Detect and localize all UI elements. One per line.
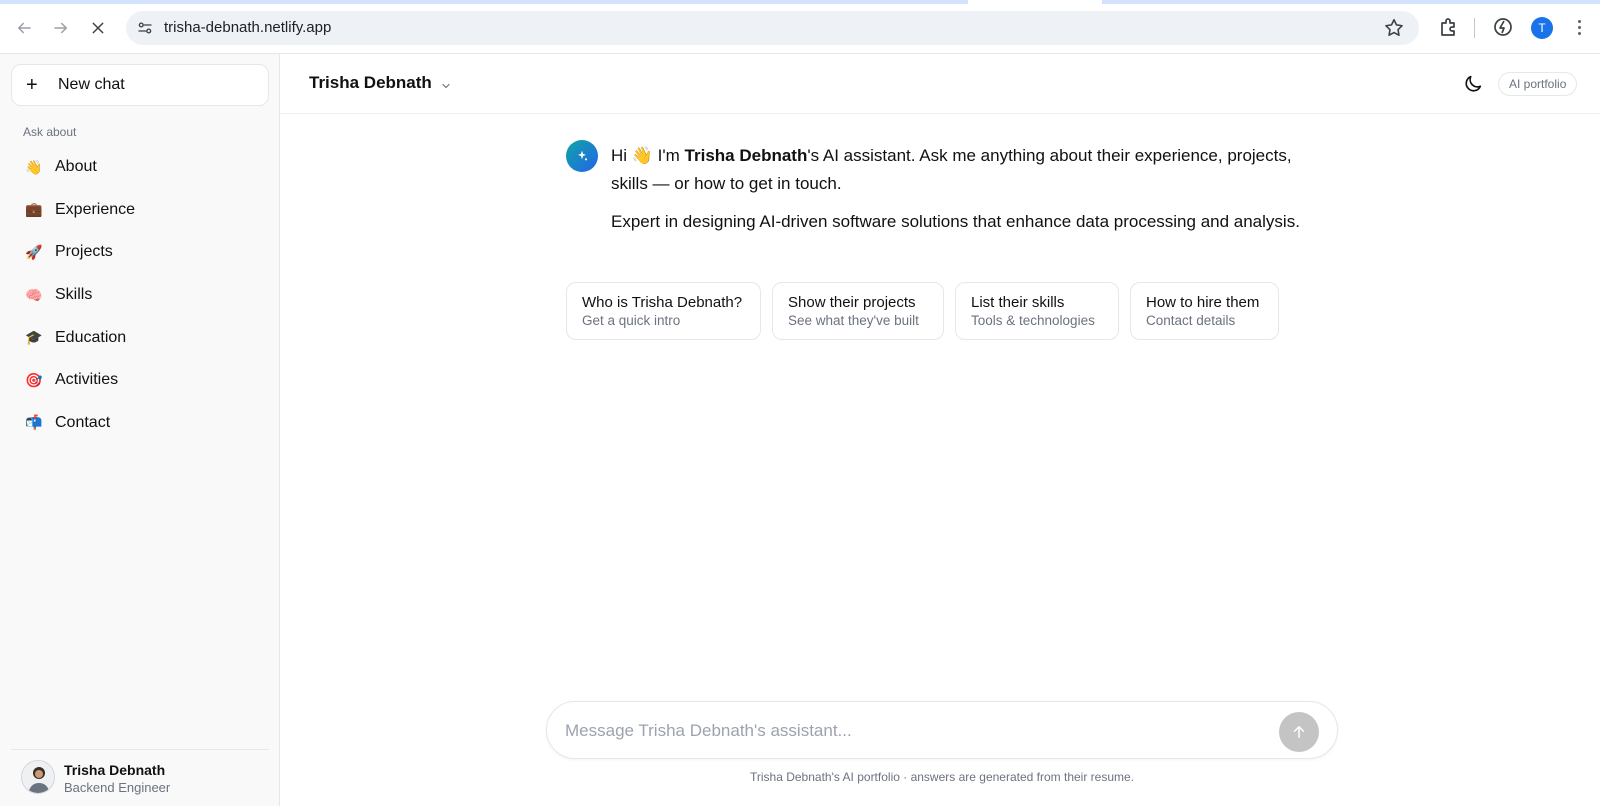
- suggestion-subtitle: Get a quick intro: [582, 313, 681, 328]
- sidebar-nav: 👋 About 💼 Experience 🚀 Projects 🧠 Skills…: [11, 146, 269, 444]
- main-header: Trisha Debnath AI portfolio: [280, 54, 1600, 114]
- sidebar-item-label: Skills: [55, 286, 93, 304]
- chevron-down-icon[interactable]: [440, 80, 452, 92]
- greeting-name: Trisha Debnath: [684, 146, 808, 165]
- wave-icon: 👋: [25, 158, 43, 175]
- stop-loading-icon[interactable]: [84, 14, 112, 42]
- greeting-paragraph: Hi 👋 I'm Trisha Debnath's AI assistant. …: [611, 142, 1311, 197]
- sidebar-item-about[interactable]: 👋 About: [11, 146, 269, 189]
- avatar: [21, 760, 55, 794]
- suggestion-title: Who is Trisha Debnath?: [582, 294, 743, 311]
- target-icon: 🎯: [25, 371, 43, 388]
- send-button[interactable]: [1279, 712, 1319, 752]
- performance-icon[interactable]: [1491, 15, 1515, 39]
- browser-menu-icon[interactable]: [1572, 15, 1586, 39]
- extensions-icon[interactable]: [1437, 15, 1461, 39]
- sidebar-item-label: Education: [55, 328, 127, 346]
- sidebar-item-projects[interactable]: 🚀 Projects: [11, 231, 269, 274]
- back-icon[interactable]: [10, 14, 38, 42]
- suggestion-subtitle: See what they've built: [788, 313, 919, 328]
- section-label: Ask about: [23, 125, 77, 139]
- sidebar-item-label: Contact: [55, 413, 111, 431]
- briefcase-icon: 💼: [25, 201, 43, 218]
- toolbar-separator: [1474, 18, 1475, 38]
- address-bar[interactable]: trisha-debnath.netlify.app: [126, 11, 1419, 45]
- sidebar-item-activities[interactable]: 🎯 Activities: [11, 359, 269, 402]
- assistant-avatar: [566, 140, 598, 172]
- sidebar-item-experience[interactable]: 💼 Experience: [11, 189, 269, 232]
- suggestion-subtitle: Contact details: [1146, 313, 1236, 328]
- bookmark-star-icon[interactable]: [1383, 17, 1405, 39]
- suggestion-title: How to hire them: [1146, 294, 1260, 311]
- user-name: Trisha Debnath: [64, 762, 166, 778]
- site-settings-icon[interactable]: [136, 19, 154, 37]
- arrow-up-icon: [1293, 726, 1305, 738]
- message-input[interactable]: [565, 716, 1265, 746]
- url-text[interactable]: trisha-debnath.netlify.app: [164, 19, 331, 36]
- main-panel: Trisha Debnath AI portfolio Hi 👋 I'm Tri…: [280, 54, 1600, 806]
- suggestion-subtitle: Tools & technologies: [971, 313, 1095, 328]
- suggestion-card[interactable]: How to hire them Contact details: [1130, 282, 1279, 340]
- plus-icon: +: [26, 74, 38, 96]
- disclaimer-text: Trisha Debnath's AI portfolio · answers …: [749, 770, 1135, 784]
- moon-icon[interactable]: [1462, 73, 1484, 95]
- sparkle-icon: [578, 150, 588, 161]
- page-title[interactable]: Trisha Debnath: [309, 73, 432, 93]
- sidebar-item-contact[interactable]: 📬 Contact: [11, 402, 269, 445]
- forward-icon[interactable]: [47, 14, 75, 42]
- sidebar: + New chat Ask about 👋 About 💼 Experienc…: [0, 54, 280, 806]
- suggestion-list: Who is Trisha Debnath? Get a quick intro…: [566, 282, 1279, 340]
- new-chat-label: New chat: [58, 76, 125, 93]
- mailbox-icon: 📬: [25, 414, 43, 431]
- sidebar-item-label: Activities: [55, 371, 119, 389]
- sidebar-item-label: Experience: [55, 200, 136, 218]
- assistant-message: Hi 👋 I'm Trisha Debnath's AI assistant. …: [611, 142, 1311, 247]
- suggestion-title: Show their projects: [788, 294, 916, 311]
- user-role: Backend Engineer: [64, 780, 171, 795]
- sidebar-item-skills[interactable]: 🧠 Skills: [11, 274, 269, 317]
- sidebar-item-label: About: [55, 158, 97, 176]
- browser-chrome: trisha-debnath.netlify.app T: [0, 0, 1600, 54]
- graduation-cap-icon: 🎓: [25, 329, 43, 346]
- brain-icon: 🧠: [25, 286, 43, 303]
- suggestion-title: List their skills: [971, 294, 1065, 311]
- suggestion-card[interactable]: Who is Trisha Debnath? Get a quick intro: [566, 282, 761, 340]
- tagline-paragraph: Expert in designing AI-driven software s…: [611, 212, 1300, 231]
- message-composer: [546, 701, 1338, 759]
- tab-strip: [0, 0, 1600, 4]
- suggestion-card[interactable]: List their skills Tools & technologies: [955, 282, 1119, 340]
- profile-avatar[interactable]: T: [1531, 17, 1553, 39]
- greeting-prefix: Hi 👋 I'm: [611, 146, 685, 165]
- rocket-icon: 🚀: [25, 243, 43, 260]
- user-profile-card[interactable]: Trisha Debnath Backend Engineer: [11, 749, 269, 806]
- sidebar-item-education[interactable]: 🎓 Education: [11, 316, 269, 359]
- suggestion-card[interactable]: Show their projects See what they've bui…: [772, 282, 944, 340]
- sidebar-item-label: Projects: [55, 243, 113, 261]
- status-badge: AI portfolio: [1498, 72, 1578, 96]
- new-chat-button[interactable]: + New chat: [11, 64, 269, 106]
